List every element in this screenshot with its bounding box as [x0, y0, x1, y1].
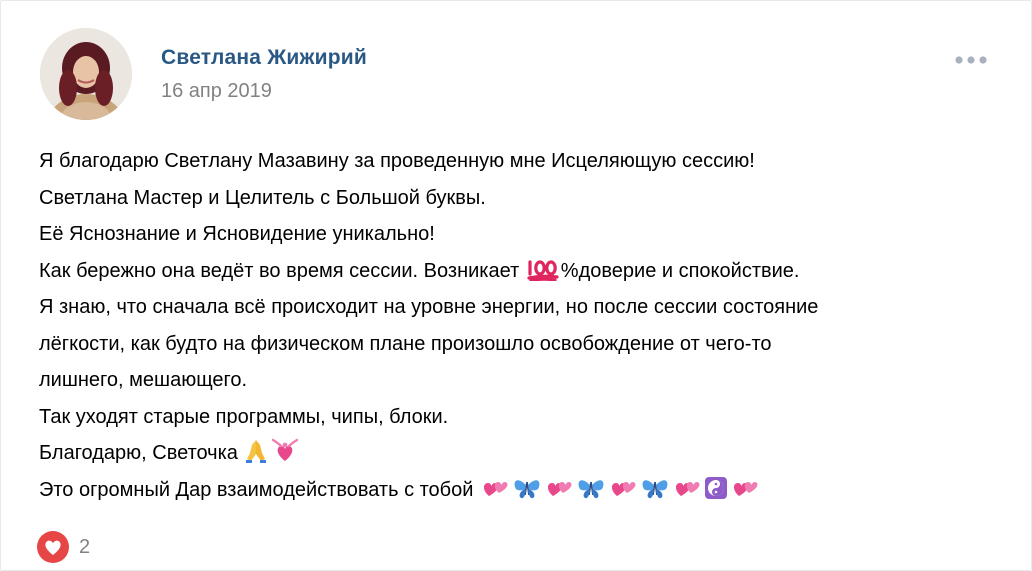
text-segment: %доверие и спокойствие. — [560, 259, 800, 282]
butterfly-emoji — [576, 476, 606, 500]
text-segment: Как бережно она ведёт во время сессии. В… — [39, 259, 520, 282]
post-text: Я благодарю Светлану Мазавину за проведе… — [39, 143, 999, 508]
text-segment: Благодарю, Светочка — [39, 442, 238, 464]
text-line: лишнего, мешающего. — [39, 369, 248, 391]
like-count: 2 — [79, 535, 91, 558]
two-hearts-emoji — [608, 476, 638, 500]
text-line: Благодарю, Светочка — [39, 435, 999, 472]
butterfly-emoji — [640, 476, 670, 500]
heart-with-ribbon-emoji — [270, 437, 300, 463]
two-hearts-emoji — [730, 476, 760, 500]
hundred-points-emoji — [526, 257, 560, 281]
two-hearts-emoji — [480, 476, 510, 500]
author-name[interactable]: Светлана Жижирий — [161, 46, 367, 70]
text-segment: Это огромный Дар взаимодействовать с тоб… — [39, 478, 474, 501]
text-line: Это огромный Дар взаимодействовать с тоб… — [39, 472, 999, 509]
text-line: Её Яснознание и Ясновидение уникально! — [39, 223, 435, 245]
like-button[interactable]: 2 — [37, 531, 90, 563]
text-line: Я благодарю Светлану Мазавину за проведе… — [39, 150, 755, 172]
two-hearts-emoji — [544, 476, 574, 500]
two-hearts-emoji — [672, 476, 702, 500]
more-horizontal-icon[interactable] — [949, 48, 993, 72]
text-line: Я знаю, что сначала всё происходит на ур… — [39, 296, 819, 318]
post-date[interactable]: 16 апр 2019 — [161, 80, 272, 103]
text-line: Так уходят старые программы, чипы, блоки… — [39, 405, 449, 428]
text-line: Светлана Мастер и Целитель с Большой бук… — [39, 186, 486, 209]
folded-hands-emoji — [244, 437, 268, 463]
butterfly-emoji — [512, 476, 542, 500]
yin-yang-emoji — [704, 476, 728, 500]
avatar[interactable] — [40, 28, 132, 120]
post-card: Светлана Жижирий 16 апр 2019 Я благодарю… — [0, 0, 1032, 571]
text-line: лёгкости, как будто на физическом плане … — [39, 332, 772, 355]
text-line: Как бережно она ведёт во время сессии. В… — [39, 253, 999, 290]
heart-icon[interactable] — [37, 531, 69, 563]
